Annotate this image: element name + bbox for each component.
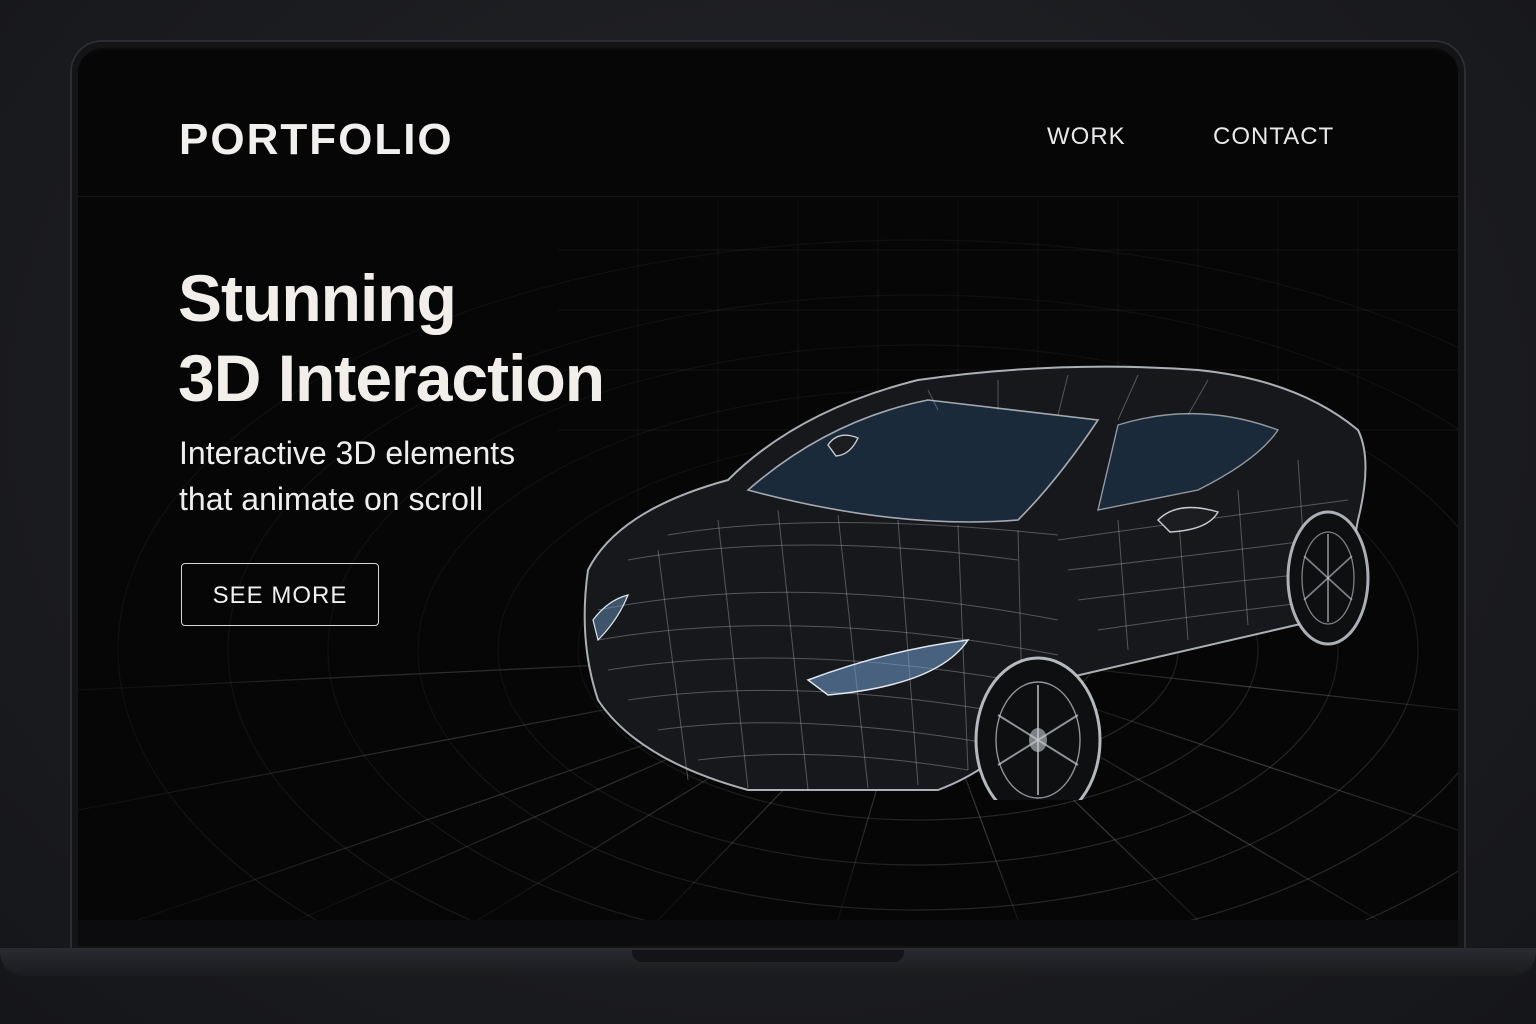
hero-title: Stunning 3D Interaction [178,258,605,418]
see-more-button[interactable]: SEE MORE [181,563,379,626]
hero-subtitle-line-1: Interactive 3D elements [179,435,516,471]
laptop-screen: PORTFOLIO WORK CONTACT Stunning 3D Inter… [78,50,1458,920]
hero-subtitle: Interactive 3D elements that animate on … [179,430,515,522]
stage: PORTFOLIO WORK CONTACT Stunning 3D Inter… [0,0,1536,1024]
site-header: PORTFOLIO WORK CONTACT [78,50,1458,197]
wireframe-car-illustration [583,365,1370,800]
logo[interactable]: PORTFOLIO [179,118,454,162]
laptop-notch [632,950,904,962]
hero-subtitle-line-2: that animate on scroll [179,481,484,517]
hero-title-line-1: Stunning [178,261,457,335]
nav-link-work[interactable]: WORK [1047,122,1126,152]
front-wheel [974,656,1102,800]
nav-link-contact[interactable]: CONTACT [1213,122,1334,152]
rear-wheel [1286,510,1370,646]
hero-title-line-2: 3D Interaction [178,341,605,415]
